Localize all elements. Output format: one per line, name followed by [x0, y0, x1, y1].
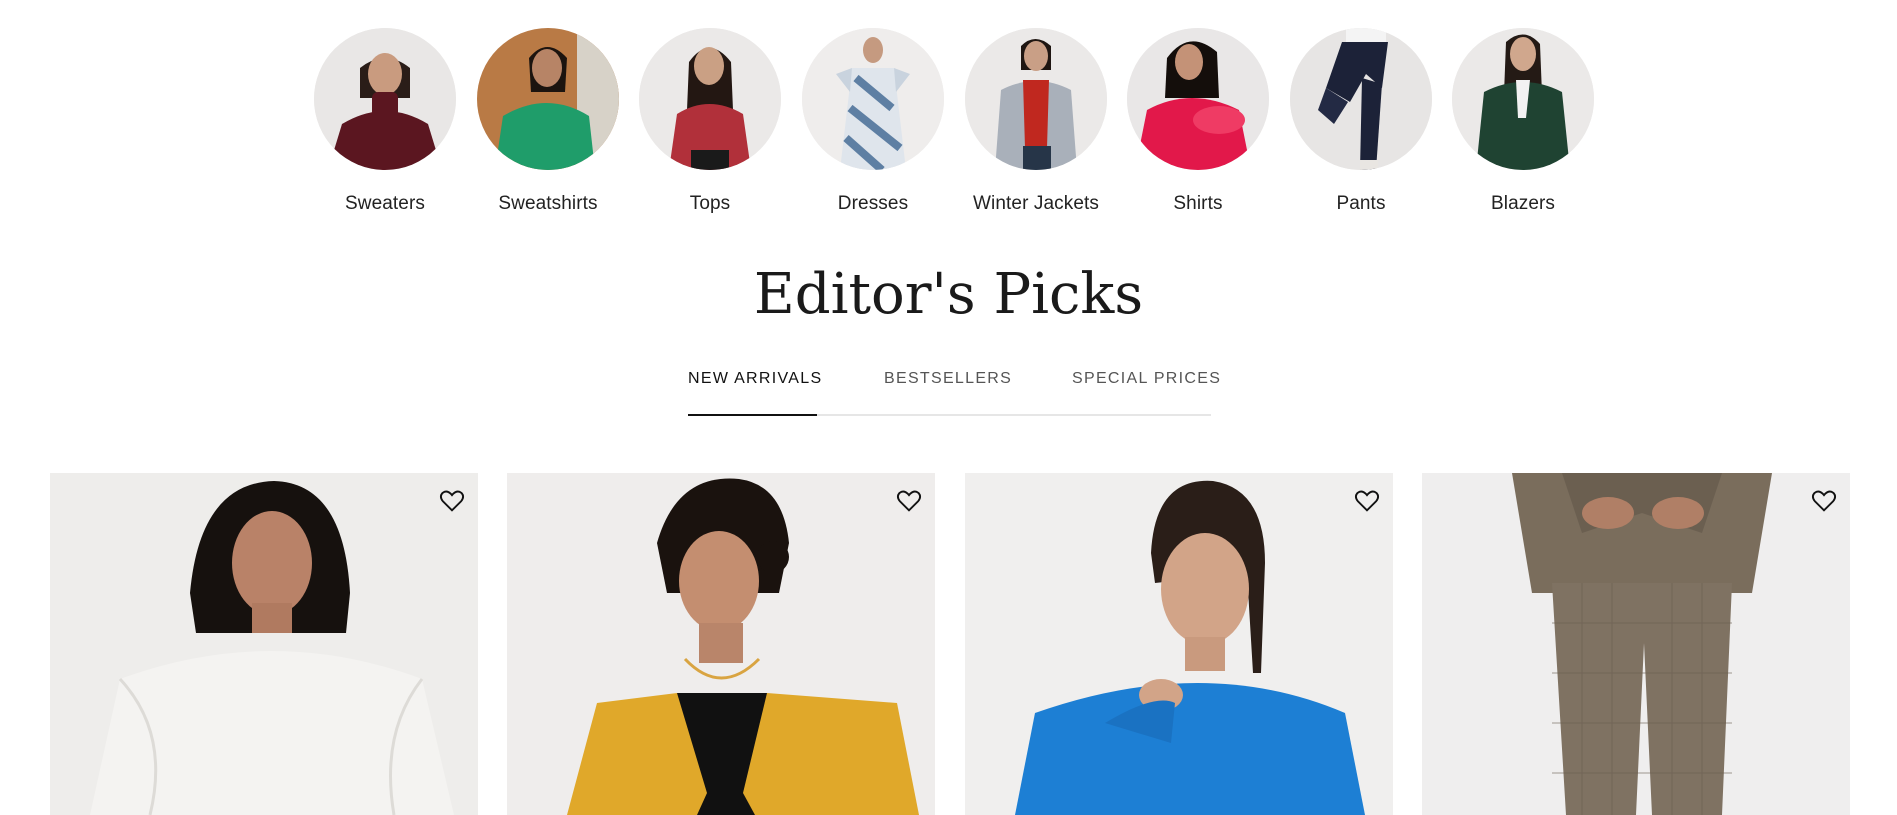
category-label: Sweatshirts — [498, 193, 598, 214]
blue-sweatshirt-photo — [965, 473, 1393, 815]
shirt-model-photo — [1127, 28, 1269, 170]
category-sweatshirts[interactable]: Sweatshirts — [467, 28, 629, 215]
category-winter-jackets[interactable]: Winter Jackets — [955, 28, 1117, 215]
dress-model-photo — [802, 28, 944, 170]
section-title: Editor's Picks — [753, 262, 1144, 327]
product-tabs: NEW ARRIVALS BESTSELLERS SPECIAL PRICES — [688, 370, 1220, 416]
category-label: Dresses — [837, 193, 909, 214]
mustard-blazer-photo — [507, 473, 935, 815]
product-grid — [0, 473, 1897, 815]
category-dresses[interactable]: Dresses — [792, 28, 954, 215]
tab-bestsellers[interactable]: BESTSELLERS — [884, 370, 1012, 388]
category-label: Pants — [1336, 193, 1386, 214]
tab-new-arrivals[interactable]: NEW ARRIVALS — [688, 370, 822, 388]
category-carousel: Sweaters Sweatshirts Tops Dresses Winter… — [0, 28, 1897, 228]
wishlist-heart-icon[interactable] — [1353, 487, 1381, 515]
category-label: Tops — [689, 193, 731, 214]
category-shirts[interactable]: Shirts — [1117, 28, 1279, 215]
category-label: Shirts — [1173, 193, 1223, 214]
category-tops[interactable]: Tops — [629, 28, 791, 215]
sweater-model-photo — [314, 28, 456, 170]
wishlist-heart-icon[interactable] — [1810, 487, 1838, 515]
category-sweaters[interactable]: Sweaters — [304, 28, 466, 215]
product-card[interactable] — [507, 473, 935, 815]
wishlist-heart-icon[interactable] — [895, 487, 923, 515]
pants-model-photo — [1290, 28, 1432, 170]
white-sweatshirt-photo — [50, 473, 478, 815]
jacket-model-photo — [965, 28, 1107, 170]
check-suit-photo — [1422, 473, 1850, 815]
category-blazers[interactable]: Blazers — [1442, 28, 1604, 215]
category-label: Winter Jackets — [973, 193, 1099, 214]
product-card[interactable] — [50, 473, 478, 815]
category-label: Blazers — [1490, 193, 1556, 214]
blazer-model-photo — [1452, 28, 1594, 170]
product-card[interactable] — [965, 473, 1393, 815]
tab-special-prices[interactable]: SPECIAL PRICES — [1072, 370, 1221, 388]
product-card[interactable] — [1422, 473, 1850, 815]
category-pants[interactable]: Pants — [1280, 28, 1442, 215]
top-model-photo — [639, 28, 781, 170]
wishlist-heart-icon[interactable] — [438, 487, 466, 515]
sweatshirt-model-photo — [477, 28, 619, 170]
active-tab-indicator — [688, 414, 817, 416]
category-label: Sweaters — [344, 193, 425, 214]
